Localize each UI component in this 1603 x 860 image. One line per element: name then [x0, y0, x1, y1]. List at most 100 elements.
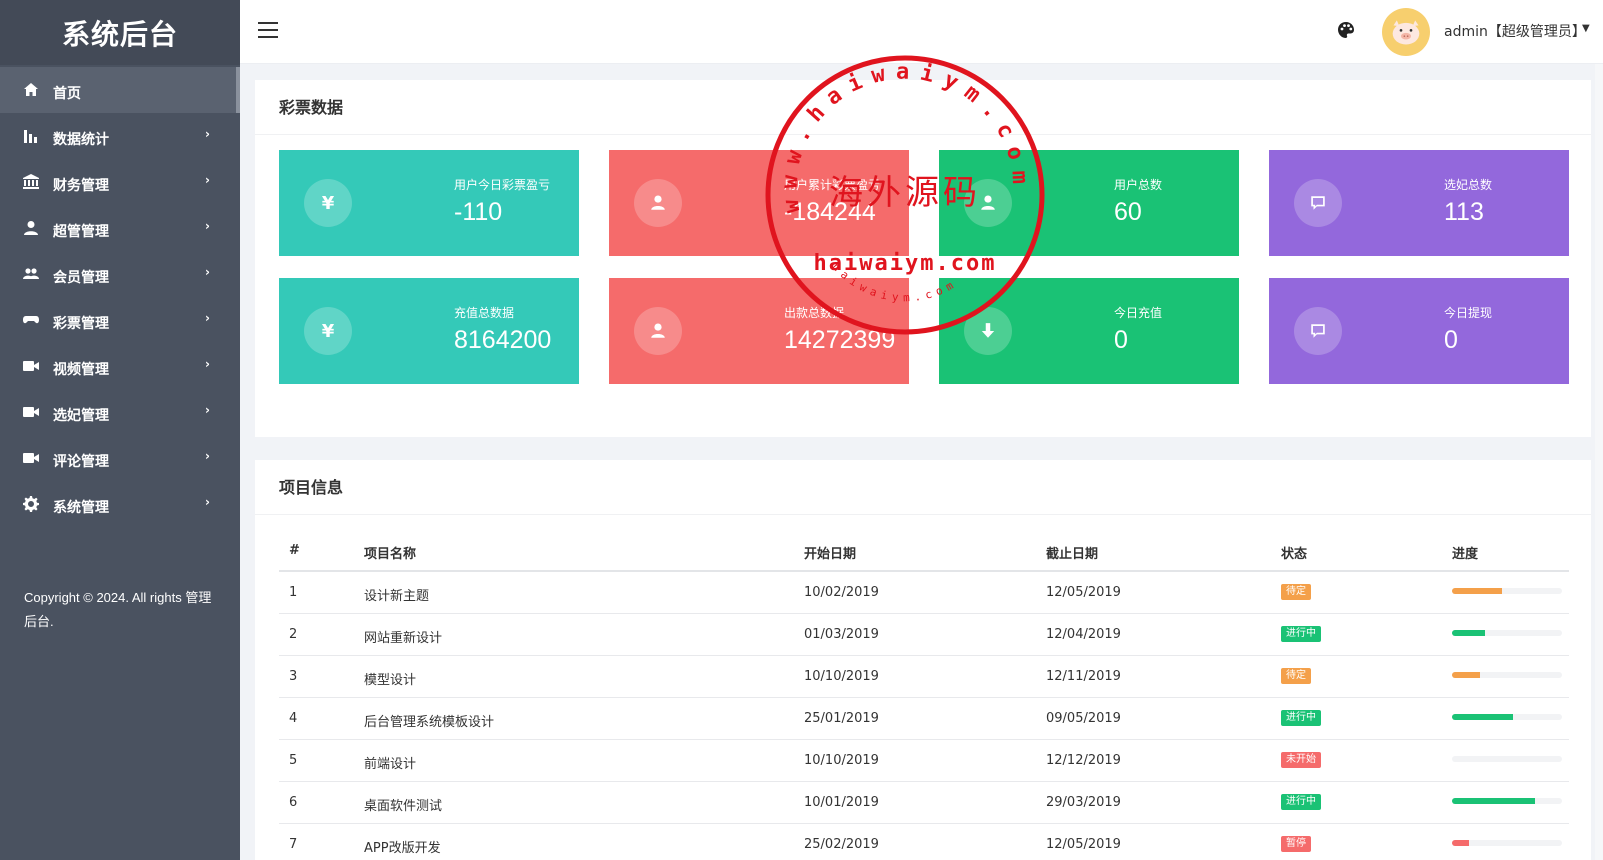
- column-header: #: [289, 543, 300, 558]
- table-row: 6 桌面软件测试 10/01/2019 29/03/2019 进行中: [279, 782, 1569, 824]
- chevron-right-icon: ›: [205, 449, 210, 463]
- sidebar-item-system[interactable]: 系统管理 ›: [0, 481, 240, 527]
- stat-value: 0: [1114, 326, 1128, 354]
- sidebar-item-label: 数据统计: [53, 132, 109, 148]
- status-badge: 进行中: [1281, 710, 1321, 726]
- end-date: 12/11/2019: [1046, 669, 1121, 684]
- palette-icon[interactable]: [1336, 20, 1356, 40]
- sidebar-item-video[interactable]: 视频管理 ›: [0, 343, 240, 389]
- user-menu[interactable]: admin【超级管理员】: [1444, 21, 1586, 41]
- sidebar-item-members[interactable]: 会员管理 ›: [0, 251, 240, 297]
- column-header: 截止日期: [1046, 547, 1099, 562]
- project-panel: 项目信息 # 项目名称 开始日期 截止日期 状态 进度 1 设计新主题 10/0…: [255, 460, 1591, 860]
- sidebar-item-label: 彩票管理: [53, 316, 109, 332]
- progress-bar: [1452, 756, 1562, 762]
- sidebar-item-finance[interactable]: 财务管理 ›: [0, 159, 240, 205]
- project-name: 前端设计: [364, 757, 417, 772]
- start-date: 10/01/2019: [804, 795, 879, 810]
- progress-bar: [1452, 672, 1562, 678]
- stat-label: 今日充值: [1114, 306, 1163, 320]
- chevron-right-icon: ›: [205, 265, 210, 279]
- stat-value: -110: [454, 198, 503, 226]
- status-badge: 暂停: [1281, 836, 1311, 852]
- stat-value: 60: [1114, 198, 1142, 226]
- sidebar-item-lottery[interactable]: 彩票管理 ›: [0, 297, 240, 343]
- sidebar-item-superadmin[interactable]: 超管管理 ›: [0, 205, 240, 251]
- avatar[interactable]: [1382, 8, 1430, 56]
- status-badge: 进行中: [1281, 794, 1321, 810]
- table-row: 3 模型设计 10/10/2019 12/11/2019 待定: [279, 656, 1569, 698]
- progress-bar: [1452, 840, 1562, 846]
- stat-label: 选妃总数: [1444, 178, 1493, 192]
- row-number: 2: [289, 627, 298, 642]
- table-row: 4 后台管理系统模板设计 25/01/2019 09/05/2019 进行中: [279, 698, 1569, 740]
- chevron-right-icon: ›: [205, 495, 210, 509]
- end-date: 12/04/2019: [1046, 627, 1121, 642]
- sidebar-item-label: 超管管理: [53, 224, 109, 240]
- user-icon: [634, 179, 682, 227]
- video-icon: [22, 403, 40, 421]
- stat-value: 8164200: [454, 326, 552, 354]
- comment-icon: [1294, 307, 1342, 355]
- sidebar-item-label: 会员管理: [53, 270, 109, 286]
- home-icon: [22, 81, 40, 99]
- menu-toggle-icon[interactable]: [258, 22, 278, 38]
- row-number: 3: [289, 669, 298, 684]
- stat-label: 用户今日彩票盈亏: [454, 178, 551, 192]
- stat-card-total-profit: 用户累计彩票盈亏 -184244: [609, 150, 909, 256]
- table-body: 1 设计新主题 10/02/2019 12/05/2019 待定 2 网站重新设…: [279, 572, 1569, 860]
- sidebar-item-comments[interactable]: 评论管理 ›: [0, 435, 240, 481]
- column-header: 状态: [1281, 547, 1308, 562]
- bank-icon: [22, 173, 40, 191]
- stat-card-concubine-count: 选妃总数 113: [1269, 150, 1569, 256]
- stat-label: 今日提现: [1444, 306, 1493, 320]
- end-date: 12/12/2019: [1046, 753, 1121, 768]
- sidebar-item-label: 视频管理: [53, 362, 109, 378]
- bar-chart-icon: [22, 127, 40, 145]
- table-header-row: # 项目名称 开始日期 截止日期 状态 进度: [279, 530, 1569, 572]
- video-icon: [22, 357, 40, 375]
- status-badge: 待定: [1281, 668, 1311, 684]
- table-row: 7 APP改版开发 25/02/2019 12/05/2019 暂停: [279, 824, 1569, 860]
- column-header: 进度: [1452, 547, 1479, 562]
- progress-fill: [1452, 588, 1502, 594]
- column-header: 开始日期: [804, 547, 857, 562]
- sidebar-item-data-stats[interactable]: 数据统计 ›: [0, 113, 240, 159]
- caret-down-icon[interactable]: ▼: [1582, 23, 1590, 34]
- chevron-right-icon: ›: [205, 173, 210, 187]
- user-icon: [634, 307, 682, 355]
- users-icon: [22, 265, 40, 283]
- stat-card-today-withdraw: 今日提现 0: [1269, 278, 1569, 384]
- project-name: 网站重新设计: [364, 631, 443, 646]
- sidebar-item-label: 选妃管理: [53, 408, 109, 424]
- stat-value: -184244: [784, 198, 876, 226]
- chevron-right-icon: ›: [205, 311, 210, 325]
- scrollbar[interactable]: [1595, 64, 1603, 860]
- stat-card-today-recharge: 今日充值 0: [939, 278, 1239, 384]
- comment-icon: [1294, 179, 1342, 227]
- project-name: 桌面软件测试: [364, 799, 443, 814]
- pig-face-icon: [1392, 20, 1420, 45]
- end-date: 29/03/2019: [1046, 795, 1121, 810]
- sidebar-item-home[interactable]: 首页: [0, 67, 240, 113]
- sidebar-menu: 首页 数据统计 › 财务管理 › 超管管理 › 会员管理 › 彩票管理 › 视频…: [0, 67, 240, 527]
- stat-label: 用户累计彩票盈亏: [784, 178, 881, 192]
- row-number: 4: [289, 711, 298, 726]
- stat-card-user-count: 用户总数 60: [939, 150, 1239, 256]
- start-date: 10/10/2019: [804, 669, 879, 684]
- row-number: 5: [289, 753, 298, 768]
- user-icon: [964, 179, 1012, 227]
- start-date: 25/01/2019: [804, 711, 879, 726]
- progress-bar: [1452, 588, 1562, 594]
- progress-fill: [1452, 672, 1480, 678]
- start-date: 10/10/2019: [804, 753, 879, 768]
- progress-bar: [1452, 798, 1562, 804]
- progress-fill: [1452, 714, 1513, 720]
- stat-value: 14272399: [784, 326, 896, 354]
- sidebar-item-label: 系统管理: [53, 500, 109, 516]
- chevron-right-icon: ›: [205, 357, 210, 371]
- sidebar-item-concubine[interactable]: 选妃管理 ›: [0, 389, 240, 435]
- stat-card-withdraw-total: 出款总数据 14272399: [609, 278, 909, 384]
- stat-value: 113: [1444, 198, 1484, 226]
- stat-value: 0: [1444, 326, 1458, 354]
